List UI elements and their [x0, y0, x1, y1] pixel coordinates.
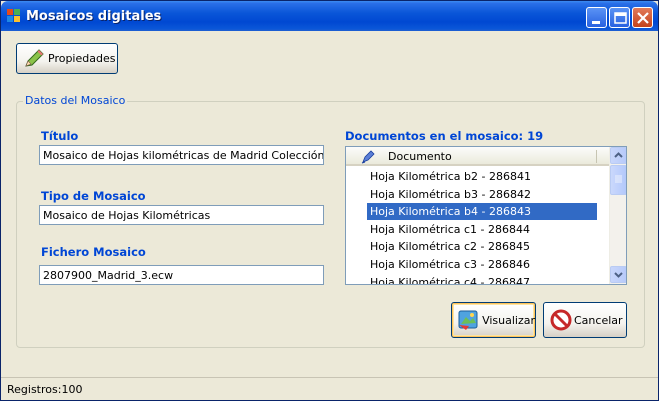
minimize-icon [592, 21, 600, 24]
visualize-label: Visualizar [482, 313, 535, 327]
cancel-icon [550, 309, 572, 331]
type-label: Tipo de Mosaico [41, 189, 146, 203]
list-item[interactable]: Hoja Kilométrica c2 - 286845 [367, 238, 597, 255]
chevron-down-icon [614, 272, 623, 278]
chevron-up-icon [614, 152, 623, 158]
window-title: Mosaicos digitales [26, 9, 162, 24]
column-header-documento[interactable]: Documento [346, 147, 609, 166]
list-item[interactable]: Hoja Kilométrica c1 - 286844 [367, 221, 597, 238]
record-count: Registros:100 [7, 383, 83, 396]
column-separator [596, 150, 597, 163]
documents-label: Documentos en el mosaico: 19 [345, 129, 544, 143]
scroll-down-button[interactable] [610, 266, 626, 283]
documents-list[interactable]: Documento Hoja Kilométrica b2 - 286841 Ho… [345, 146, 627, 285]
documents-scrollbar[interactable] [609, 147, 626, 284]
map-viewer-icon [458, 310, 478, 330]
list-item[interactable]: Hoja Kilométrica c3 - 286846 [367, 256, 597, 273]
type-field[interactable]: Mosaico de Hojas Kilométricas [39, 205, 324, 225]
app-icon [7, 9, 21, 23]
file-field[interactable]: 2807900_Madrid_3.ecw [39, 265, 324, 285]
list-item[interactable]: Hoja Kilométrica b3 - 286842 [367, 186, 597, 203]
scroll-thumb[interactable] [610, 165, 626, 195]
status-bar: Registros:100 [1, 377, 658, 400]
main-window: Mosaicos digitales Propiedades Datos del… [0, 0, 659, 401]
scroll-up-button[interactable] [610, 147, 626, 164]
file-label: Fichero Mosaico [41, 245, 146, 259]
minimize-button[interactable] [586, 7, 607, 28]
visualize-button[interactable]: Visualizar [451, 302, 536, 338]
cancel-label: Cancelar [574, 313, 623, 327]
close-icon [637, 12, 649, 24]
cancel-button[interactable]: Cancelar [543, 302, 627, 338]
properties-button[interactable]: Propiedades [16, 43, 118, 74]
list-item[interactable]: Hoja Kilométrica c4 - 286847 [367, 274, 597, 284]
list-item[interactable]: Hoja Kilométrica b4 - 286843 [367, 203, 597, 221]
maximize-icon [614, 12, 627, 24]
grip-icon [615, 175, 622, 183]
title-label: Título [41, 129, 79, 143]
close-button[interactable] [632, 7, 653, 28]
title-field[interactable]: Mosaico de Hojas kilométricas de Madrid … [39, 145, 324, 165]
properties-label: Propiedades [48, 52, 116, 65]
group-legend: Datos del Mosaico [23, 94, 128, 107]
maximize-button[interactable] [609, 7, 630, 28]
list-item[interactable]: Hoja Kilométrica b2 - 286841 [367, 168, 597, 185]
column-header-label: Documento [388, 150, 452, 163]
title-bar[interactable]: Mosaicos digitales [1, 1, 658, 31]
document-column-icon [361, 150, 375, 164]
pencil-icon [25, 48, 44, 67]
